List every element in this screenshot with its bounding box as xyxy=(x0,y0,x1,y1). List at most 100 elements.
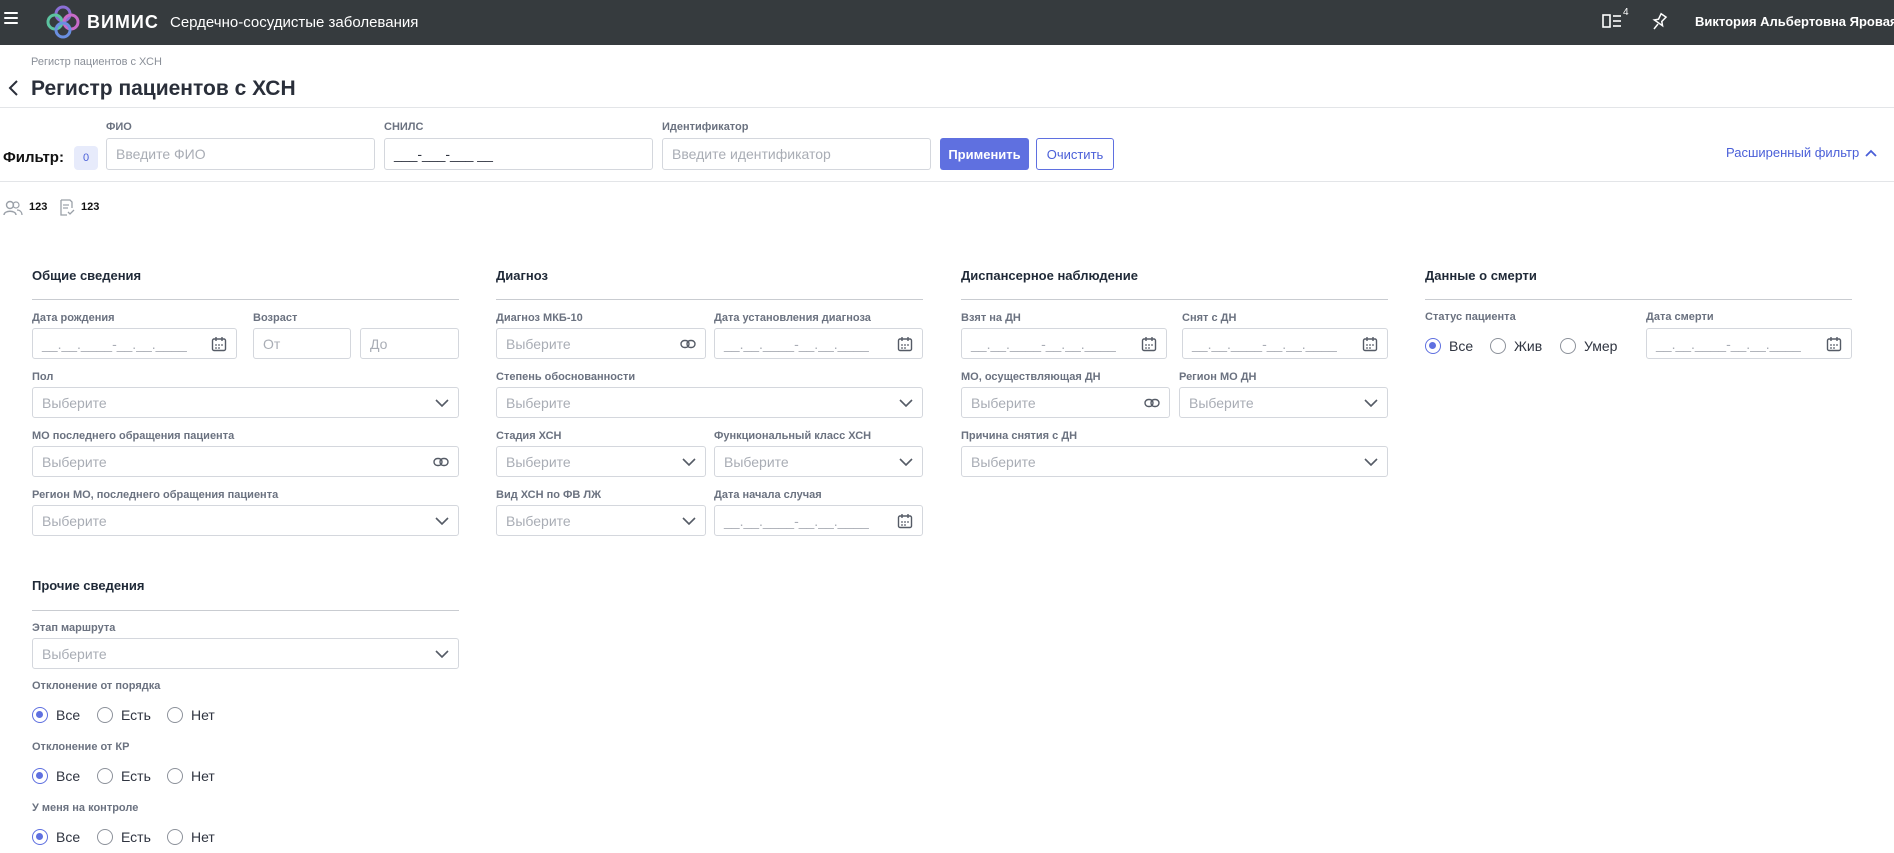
death-date-label: Дата смерти xyxy=(1646,311,1714,323)
last-mo-value: Выберите xyxy=(42,453,107,470)
apply-button[interactable]: Применить xyxy=(940,138,1029,170)
diag-date-label: Дата установления диагноза xyxy=(714,312,871,324)
radio-dot xyxy=(32,768,48,784)
radio-label: Все xyxy=(56,707,81,723)
app-subtitle: Сердечно-сосудистые заболевания xyxy=(170,14,419,31)
taken-date-input[interactable]: __.__.____-__.__.____ xyxy=(961,328,1167,359)
deviation-order-radio-no[interactable]: Нет xyxy=(167,707,215,723)
case-start-label: Дата начала случая xyxy=(714,489,822,501)
diag-date-input[interactable]: __.__.____-__.__.____ xyxy=(714,328,923,359)
age-from-input[interactable]: От xyxy=(253,328,351,359)
diagnosis-section-divider xyxy=(496,299,923,300)
removed-date-placeholder: __.__.____-__.__.____ xyxy=(1192,335,1337,352)
func-class-value: Выберите xyxy=(724,453,789,470)
calendar-icon[interactable] xyxy=(1362,336,1378,352)
deviation-order-radio-all[interactable]: Все xyxy=(32,707,80,723)
menu-icon[interactable] xyxy=(4,12,18,24)
dispensary-section-title: Диспансерное наблюдение xyxy=(961,268,1138,283)
age-to-input[interactable]: До xyxy=(360,328,459,359)
calendar-icon[interactable] xyxy=(1141,336,1157,352)
link-icon[interactable] xyxy=(680,339,696,349)
radio-label: Есть xyxy=(121,768,151,784)
stage-label: Стадия ХСН xyxy=(496,430,562,442)
stage-select[interactable]: Выберите xyxy=(496,446,706,477)
deviation-kr-radio-yes[interactable]: Есть xyxy=(97,768,151,784)
radio-label: Все xyxy=(56,768,81,784)
radio-dot xyxy=(167,829,183,845)
on-control-radio-no[interactable]: Нет xyxy=(167,829,215,845)
user-name[interactable]: Виктория Альбертовна Яровая xyxy=(1695,14,1894,29)
records-count: 123 xyxy=(81,201,100,213)
death-date-input[interactable]: __.__.____-__.__.____ xyxy=(1646,328,1852,359)
last-mo-label: МО последнего обращения пациента xyxy=(32,430,235,442)
clear-button[interactable]: Очистить xyxy=(1036,138,1114,170)
fio-label: ФИО xyxy=(106,121,132,133)
identifier-label: Идентификатор xyxy=(662,121,749,133)
calendar-icon[interactable] xyxy=(1826,336,1842,352)
calendar-icon[interactable] xyxy=(211,336,227,352)
chevron-down-icon xyxy=(682,457,696,466)
radio-dot xyxy=(167,707,183,723)
patients-icon xyxy=(3,200,23,216)
breadcrumb[interactable]: Регистр пациентов с ХСН xyxy=(31,56,162,68)
deviation-order-label: Отклонение от порядка xyxy=(32,680,161,692)
radio-dot xyxy=(97,829,113,845)
func-class-select[interactable]: Выберите xyxy=(714,446,923,477)
link-icon[interactable] xyxy=(1144,398,1160,408)
chevron-down-icon xyxy=(899,457,913,466)
status-radio-dead[interactable]: Умер xyxy=(1560,338,1617,354)
snils-input[interactable]: ___-___-___ __ xyxy=(384,138,653,170)
identifier-input[interactable]: Введите идентификатор xyxy=(662,138,931,170)
radio-label: Все xyxy=(1449,338,1474,354)
deviation-kr-radio-no[interactable]: Нет xyxy=(167,768,215,784)
route-stage-select[interactable]: Выберите xyxy=(32,638,459,669)
fio-input[interactable]: Введите ФИО xyxy=(106,138,375,170)
radio-dot xyxy=(97,768,113,784)
validity-label: Степень обоснованности xyxy=(496,371,636,383)
last-mo-input[interactable]: Выберите xyxy=(32,446,459,477)
dn-region-select[interactable]: Выберите xyxy=(1179,387,1388,418)
removed-label: Снят с ДН xyxy=(1182,312,1237,324)
hf-type-label: Вид ХСН по ФВ ЛЖ xyxy=(496,489,602,501)
pin-icon[interactable] xyxy=(1650,12,1668,32)
on-control-radio-yes[interactable]: Есть xyxy=(97,829,151,845)
dn-reason-select[interactable]: Выберите xyxy=(961,446,1388,477)
route-stage-value: Выберите xyxy=(42,645,107,662)
back-arrow-icon[interactable] xyxy=(6,79,22,97)
removed-date-input[interactable]: __.__.____-__.__.____ xyxy=(1182,328,1388,359)
patients-count: 123 xyxy=(29,201,48,213)
validity-select[interactable]: Выберите xyxy=(496,387,923,418)
chevron-down-icon xyxy=(682,516,696,525)
case-start-input[interactable]: __.__.____-__.__.____ xyxy=(714,505,923,536)
calendar-icon[interactable] xyxy=(897,336,913,352)
task-list-icon[interactable] xyxy=(1602,13,1624,31)
dn-region-value: Выберите xyxy=(1189,394,1254,411)
dn-mo-input[interactable]: Выберите xyxy=(961,387,1170,418)
radio-label: Жив xyxy=(1514,338,1543,354)
dn-reason-label: Причина снятия с ДН xyxy=(961,430,1078,442)
advanced-filter-toggle[interactable]: Расширенный фильтр xyxy=(1726,145,1877,160)
calendar-icon[interactable] xyxy=(897,513,913,529)
birth-date-label: Дата рождения xyxy=(32,312,115,324)
deviation-kr-radio-all[interactable]: Все xyxy=(32,768,80,784)
top-bar: ВИМИС Сердечно-сосудистые заболевания 4 … xyxy=(0,0,1894,45)
deviation-kr-label: Отклонение от КР xyxy=(32,741,130,753)
last-mo-region-select[interactable]: Выберите xyxy=(32,505,459,536)
last-mo-region-label: Регион МО, последнего обращения пациента xyxy=(32,489,279,501)
chevron-down-icon xyxy=(899,398,913,407)
birth-date-input[interactable]: __.__.____-__.__.____ xyxy=(32,328,237,359)
mkb-input[interactable]: Выберите xyxy=(496,328,706,359)
on-control-radio-all[interactable]: Все xyxy=(32,829,80,845)
death-section-divider xyxy=(1425,299,1852,300)
status-radio-alive[interactable]: Жив xyxy=(1490,338,1542,354)
radio-dot xyxy=(32,829,48,845)
sex-select[interactable]: Выберите xyxy=(32,387,459,418)
validity-value: Выберите xyxy=(506,394,571,411)
link-icon[interactable] xyxy=(433,457,449,467)
hf-type-select[interactable]: Выберите xyxy=(496,505,706,536)
status-radio-all[interactable]: Все xyxy=(1425,338,1473,354)
sex-label: Пол xyxy=(32,371,54,383)
age-label: Возраст xyxy=(253,312,298,324)
mkb-value: Выберите xyxy=(506,335,571,352)
deviation-order-radio-yes[interactable]: Есть xyxy=(97,707,151,723)
